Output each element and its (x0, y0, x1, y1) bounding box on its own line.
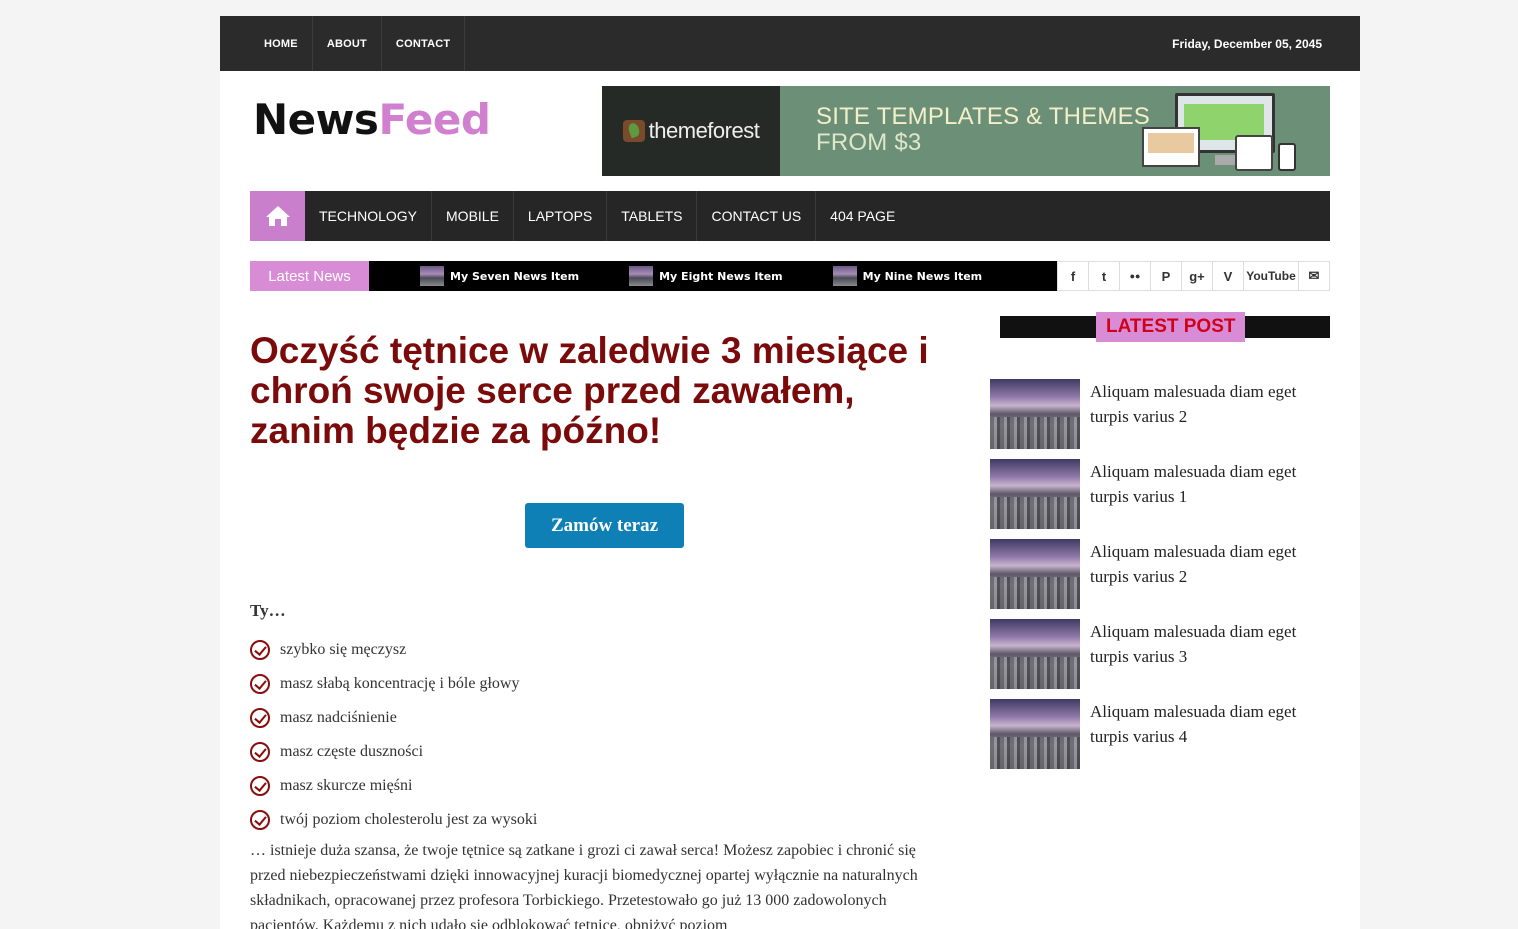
nav-tablets[interactable]: TABLETS (607, 191, 698, 241)
article-intro: Ty… (250, 601, 286, 620)
themeforest-logo: themeforest (602, 86, 780, 176)
ad-banner[interactable]: themeforest SITE TEMPLATES & THEMES FROM… (602, 86, 1330, 176)
check-circle-icon (250, 742, 270, 762)
main-nav: TECHNOLOGY MOBILE LAPTOPS TABLETS CONTAC… (250, 191, 1330, 241)
symptom-list: szybko się męczysz masz słabą koncentrac… (250, 633, 537, 837)
post-title[interactable]: Aliquam malesuada diam eget turpis variu… (1090, 699, 1320, 779)
post-item[interactable]: Aliquam malesuada diam eget turpis variu… (990, 619, 1320, 699)
check-circle-icon (250, 776, 270, 796)
site-logo[interactable]: NewsFeed (253, 95, 491, 144)
list-item: masz częste duszności (250, 735, 537, 769)
article: Oczyść tętnice w zaledwie 3 miesiące i c… (250, 330, 950, 929)
youtube-icon[interactable]: YouTube (1244, 262, 1299, 290)
latest-post-header: LATEST POST (1000, 312, 1330, 342)
leaf-icon (622, 120, 645, 142)
post-item[interactable]: Aliquam malesuada diam eget turpis variu… (990, 539, 1320, 619)
nav-laptops[interactable]: LAPTOPS (514, 191, 608, 241)
site-header: NewsFeed themeforest SITE TEMPLATES & TH… (220, 71, 1360, 191)
list-item: szybko się męczysz (250, 633, 537, 667)
facebook-icon[interactable]: f (1058, 262, 1089, 290)
banner-text: SITE TEMPLATES & THEMES FROM $3 (780, 86, 1150, 176)
post-thumbnail[interactable] (990, 619, 1080, 689)
flickr-icon[interactable]: ●● (1120, 262, 1151, 290)
symptom-text: szybko się męczysz (280, 641, 407, 658)
home-icon (265, 206, 290, 226)
google-plus-icon[interactable]: g+ (1182, 262, 1213, 290)
list-item: masz nadciśnienie (250, 701, 537, 735)
devices-illustration (1140, 91, 1300, 173)
check-circle-icon (250, 640, 270, 660)
symptom-text: masz skurcze mięśni (280, 777, 413, 794)
logo-part-feed: Feed (378, 95, 491, 144)
ticker-thumbnail (629, 266, 654, 286)
top-nav: HOME ABOUT CONTACT (250, 16, 466, 71)
ticker-item[interactable]: My Nine News Item (832, 266, 983, 286)
article-headline: Oczyść tętnice w zaledwie 3 miesiące i c… (250, 330, 929, 451)
post-item[interactable]: Aliquam malesuada diam eget turpis variu… (990, 699, 1320, 779)
laptop-icon (1142, 127, 1200, 167)
post-thumbnail[interactable] (990, 379, 1080, 449)
check-circle-icon (250, 810, 270, 830)
post-item[interactable]: Aliquam malesuada diam eget turpis variu… (990, 379, 1320, 459)
list-item: masz słabą koncentrację i bóle głowy (250, 667, 537, 701)
logo-part-news: News (253, 95, 379, 144)
tablet-icon (1235, 135, 1273, 171)
pinterest-icon[interactable]: P (1151, 262, 1182, 290)
symptom-text: twój poziom cholesterolu jest za wysoki (280, 811, 538, 828)
ticker-item[interactable]: My Seven News Item (420, 266, 579, 286)
top-nav-home[interactable]: HOME (250, 16, 313, 71)
vimeo-icon[interactable]: V (1213, 262, 1244, 290)
ticker-item-title: My Eight News Item (659, 269, 783, 283)
social-icons: f t ●● P g+ V YouTube ✉ (1057, 261, 1330, 291)
phone-icon (1278, 143, 1296, 171)
nav-mobile[interactable]: MOBILE (432, 191, 514, 241)
banner-brand: themeforest (648, 118, 760, 143)
order-now-button[interactable]: Zamów teraz (525, 503, 684, 548)
latest-post-title: LATEST POST (1096, 312, 1246, 342)
check-circle-icon (250, 708, 270, 728)
post-title[interactable]: Aliquam malesuada diam eget turpis variu… (1090, 539, 1320, 619)
ticker-label: Latest News (250, 261, 369, 291)
list-item: twój poziom cholesterolu jest za wysoki (250, 803, 537, 837)
ticker-item-title: My Nine News Item (862, 269, 983, 283)
symptom-text: masz częste duszności (280, 743, 424, 760)
ticker-thumbnail (832, 266, 857, 286)
news-ticker: Latest News My Seven News Item My Eight … (250, 261, 1330, 291)
post-thumbnail[interactable] (990, 699, 1080, 769)
banner-line-2: FROM $3 (816, 129, 922, 156)
page-wrapper: HOME ABOUT CONTACT Friday, December 05, … (220, 16, 1360, 929)
nav-contact-us[interactable]: CONTACT US (697, 191, 817, 241)
ticker-item[interactable]: My Eight News Item (629, 266, 783, 286)
list-item: masz skurcze mięśni (250, 769, 537, 803)
banner-line-1: SITE TEMPLATES & THEMES (816, 103, 1151, 130)
post-thumbnail[interactable] (990, 459, 1080, 529)
twitter-icon[interactable]: t (1089, 262, 1120, 290)
latest-post-list: Aliquam malesuada diam eget turpis variu… (990, 379, 1320, 779)
top-nav-contact[interactable]: CONTACT (382, 16, 466, 71)
nav-404-page[interactable]: 404 PAGE (816, 191, 909, 241)
check-circle-icon (250, 674, 270, 694)
post-title[interactable]: Aliquam malesuada diam eget turpis variu… (1090, 619, 1320, 699)
post-title[interactable]: Aliquam malesuada diam eget turpis variu… (1090, 379, 1320, 459)
home-button[interactable] (250, 191, 305, 241)
top-bar: HOME ABOUT CONTACT Friday, December 05, … (220, 16, 1360, 71)
post-item[interactable]: Aliquam malesuada diam eget turpis variu… (990, 459, 1320, 539)
post-title[interactable]: Aliquam malesuada diam eget turpis variu… (1090, 459, 1320, 539)
monitor-stand (1215, 155, 1235, 165)
post-thumbnail[interactable] (990, 539, 1080, 609)
symptom-text: masz nadciśnienie (280, 709, 397, 726)
nav-technology[interactable]: TECHNOLOGY (305, 191, 433, 241)
ticker-body: My Seven News Item My Eight News Item My… (369, 261, 1057, 291)
ticker-item-title: My Seven News Item (450, 269, 580, 283)
top-nav-about[interactable]: ABOUT (313, 16, 382, 71)
article-body: … istnieje duża szansa, że twoje tętnice… (250, 842, 918, 929)
symptom-text: masz słabą koncentrację i bóle głowy (280, 675, 520, 692)
ticker-thumbnail (420, 266, 444, 286)
email-icon[interactable]: ✉ (1299, 262, 1329, 290)
current-date: Friday, December 05, 2045 (1172, 36, 1322, 51)
